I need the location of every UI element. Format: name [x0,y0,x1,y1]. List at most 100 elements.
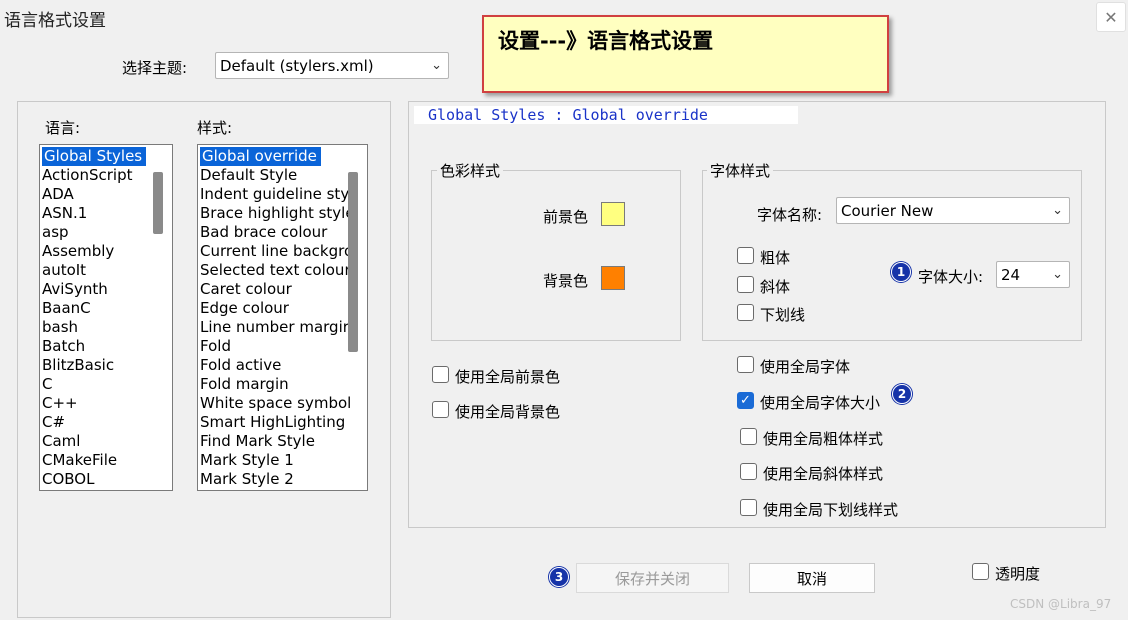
close-icon: ✕ [1104,7,1118,27]
language-list[interactable]: Global Styles ActionScript ADA ASN.1 asp Asse… [39,144,173,491]
style-list-item[interactable]: Smart HighLighting [198,413,367,432]
font-size-label: 字体大小: [918,268,984,286]
style-list-item[interactable]: Current line backgro [198,242,367,261]
language-list-item-label: autoIt [42,261,87,279]
style-list-item-label: Current line backgro [200,242,354,260]
language-list-item-label: CMakeFile [42,451,118,469]
language-list-scrollbar[interactable] [153,172,163,234]
use-global-bg-checkbox[interactable] [432,401,449,418]
style-list-item-label: Brace highlight style [200,204,355,222]
style-list-item[interactable]: Fold [198,337,367,356]
theme-select-value: Default (stylers.xml) [220,56,374,75]
close-button[interactable]: ✕ [1096,2,1126,32]
font-size-value: 24 [1001,265,1021,284]
annotation-callout: 设置---》语言格式设置 [482,15,889,93]
language-list-item-label: Global Styles [42,147,147,166]
language-list-item-label: BaanC [42,299,91,317]
chevron-down-icon: ⌄ [1052,266,1063,282]
use-global-font-checkbox[interactable] [737,356,754,373]
use-global-font-label: 使用全局字体 [760,358,851,376]
use-global-underline-label: 使用全局下划线样式 [763,501,899,519]
language-list-item[interactable]: C [40,375,172,394]
style-list-item[interactable]: Indent guideline sty [198,185,367,204]
style-list-item[interactable]: Caret colour [198,280,367,299]
language-list-item[interactable]: autoIt [40,261,172,280]
transparency-label: 透明度 [995,565,1041,583]
language-list-item-label: ADA [42,185,74,203]
font-style-group [702,170,1082,341]
language-list-item[interactable]: COBOL [40,470,172,489]
style-list-item-label: Smart HighLighting [200,413,346,431]
language-list-item-label: asp [42,223,69,241]
chevron-down-icon: ⌄ [431,57,442,73]
language-list-item[interactable]: Batch [40,337,172,356]
style-list-item[interactable]: Default Style [198,166,367,185]
language-list-item-label: C++ [42,394,78,412]
style-list-item[interactable]: Global override [198,147,367,166]
font-name-label: 字体名称: [757,206,823,224]
bg-color-swatch[interactable] [601,266,625,290]
style-list-item-label: Fold [200,337,231,355]
bg-color-label: 背景色 [543,272,589,290]
cancel-button[interactable]: 取消 [749,563,875,593]
language-list-item[interactable]: CMakeFile [40,451,172,470]
use-global-italic-checkbox[interactable] [740,463,757,480]
language-list-item-label: ActionScript [42,166,133,184]
use-global-bold-label: 使用全局粗体样式 [763,430,884,448]
style-list-item[interactable]: White space symbol [198,394,367,413]
style-list-item[interactable]: Selected text colour [198,261,367,280]
bold-checkbox[interactable] [737,247,754,264]
step-badge-2: 2 [892,384,912,404]
style-list-item[interactable]: Fold margin [198,375,367,394]
style-list-item-label: Line number margir [200,318,349,336]
bold-label: 粗体 [760,249,791,267]
language-list-item[interactable]: Caml [40,432,172,451]
font-size-select[interactable]: 24 ⌄ [996,261,1070,288]
use-global-bold-checkbox[interactable] [740,428,757,445]
underline-checkbox[interactable] [737,304,754,321]
language-list-item-label: C# [42,413,66,431]
style-list-item[interactable]: Bad brace colour [198,223,367,242]
transparency-checkbox[interactable] [972,563,989,580]
language-list-item[interactable]: C# [40,413,172,432]
language-list-item[interactable]: Assembly [40,242,172,261]
use-global-underline-checkbox[interactable] [740,499,757,516]
use-global-fg-checkbox[interactable] [432,366,449,383]
font-name-value: Courier New [841,201,934,220]
language-list-item[interactable]: C++ [40,394,172,413]
style-list-item[interactable]: Fold active [198,356,367,375]
style-list-item-label: Fold active [200,356,282,374]
checkmark-icon: ✓ [740,393,751,408]
style-list-item[interactable]: Mark Style 2 [198,470,367,489]
style-list-item[interactable]: Line number margir [198,318,367,337]
language-list-item[interactable]: Global Styles [40,147,172,166]
fg-color-swatch[interactable] [601,202,625,226]
color-group-title: 色彩样式 [437,160,504,181]
style-list-item-label: Indent guideline sty [200,185,350,203]
style-list-item-label: Bad brace colour [200,223,328,241]
theme-label: 选择主题: [122,59,188,77]
language-list-item[interactable]: AviSynth [40,280,172,299]
theme-select[interactable]: Default (stylers.xml) ⌄ [215,52,449,79]
style-list-item[interactable]: Edge colour [198,299,367,318]
language-list-item[interactable]: BlitzBasic [40,356,172,375]
style-list-item-label: Global override [200,147,321,166]
use-global-bg-label: 使用全局背景色 [455,403,561,421]
language-list-item-label: Caml [42,432,81,450]
language-list-item-label: Assembly [42,242,115,260]
language-list-item-label: AviSynth [42,280,108,298]
font-name-select[interactable]: Courier New ⌄ [836,197,1070,224]
style-list-item-label: Find Mark Style [200,432,315,450]
language-list-item[interactable]: BaanC [40,299,172,318]
style-list-item[interactable]: Mark Style 1 [198,451,367,470]
save-close-button[interactable]: 保存并关闭 [576,563,729,593]
style-list[interactable]: Global override Default Style Indent guide… [197,144,368,491]
watermark: CSDN @Libra_97 [1010,597,1112,611]
style-list-item[interactable]: Find Mark Style [198,432,367,451]
language-list-item[interactable]: bash [40,318,172,337]
use-global-font-size-checkbox[interactable]: ✓ [737,392,754,409]
italic-checkbox[interactable] [737,276,754,293]
style-list-scrollbar[interactable] [348,172,358,352]
style-list-item[interactable]: Brace highlight style [198,204,367,223]
style-list-item-label: Selected text colour [200,261,351,279]
